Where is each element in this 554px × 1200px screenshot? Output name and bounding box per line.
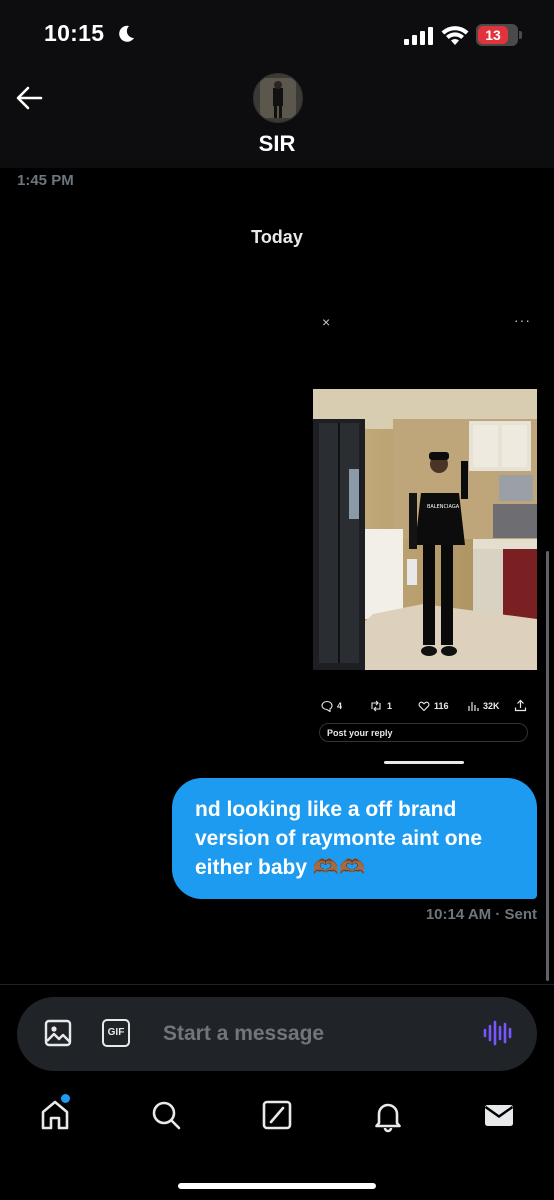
message-line: either baby 🫶🏾🫶🏾 [195,856,366,879]
scrollbar[interactable] [546,551,549,981]
back-arrow-icon[interactable] [14,84,44,112]
gif-button[interactable]: GIF [102,1019,130,1047]
reply-count[interactable]: 4 [321,699,342,713]
kitchen-photo-image: BALENCIAGA [313,389,537,670]
message-line: nd looking like a off brand [195,798,457,821]
message-time: 10:14 AM [425,906,492,923]
view-count-label: 32K [483,701,500,711]
notifications-icon[interactable] [370,1097,406,1133]
sent-message-bubble[interactable]: nd looking like a off brand version of r… [172,778,537,899]
message-input[interactable] [163,1019,463,1049]
view-count[interactable]: 32K [467,699,500,713]
status-time: 10:15 [44,20,105,46]
media-viewer-handle[interactable] [384,761,464,764]
more-options-icon[interactable]: ··· [514,312,531,328]
views-icon [468,702,479,711]
message-status: · Sent [495,906,537,923]
search-icon[interactable] [148,1097,184,1133]
like-count-label: 116 [434,701,449,711]
reply-count-label: 4 [337,701,343,711]
home-notification-dot [61,1094,70,1103]
cellular-signal-icon [404,27,433,45]
avatar[interactable] [253,73,303,123]
repost-count[interactable]: 1 [369,699,392,713]
repost-count-label: 1 [387,701,393,711]
like-count[interactable]: 116 [418,699,449,713]
voice-message-icon[interactable] [482,1018,512,1048]
moon-icon [119,25,134,42]
repost-icon [371,700,381,712]
post-reply-field[interactable]: Post your reply [319,723,528,742]
contact-name[interactable]: SIR [0,131,554,157]
shared-post-photo[interactable]: BALENCIAGA [313,389,537,670]
previous-message-timestamp: 1:45 PM [17,172,74,189]
grok-icon[interactable] [259,1097,295,1133]
message-meta: 10:14 AM · Sent [426,906,537,923]
battery-level: 13 [478,26,508,44]
messages-icon[interactable] [481,1097,517,1133]
divider [0,984,554,985]
shirt-text: BALENCIAGA [427,504,460,510]
heart-icon [418,701,430,712]
wifi-icon [441,26,469,45]
reply-icon [321,700,333,712]
message-line: version of raymonte aint one [195,827,483,850]
home-indicator[interactable] [178,1183,376,1189]
battery-nub [519,31,522,39]
date-separator: Today [251,227,303,247]
share-icon[interactable] [514,699,527,712]
close-icon[interactable]: × [322,314,330,330]
avatar-photo [254,74,302,122]
image-icon[interactable] [44,1019,72,1047]
